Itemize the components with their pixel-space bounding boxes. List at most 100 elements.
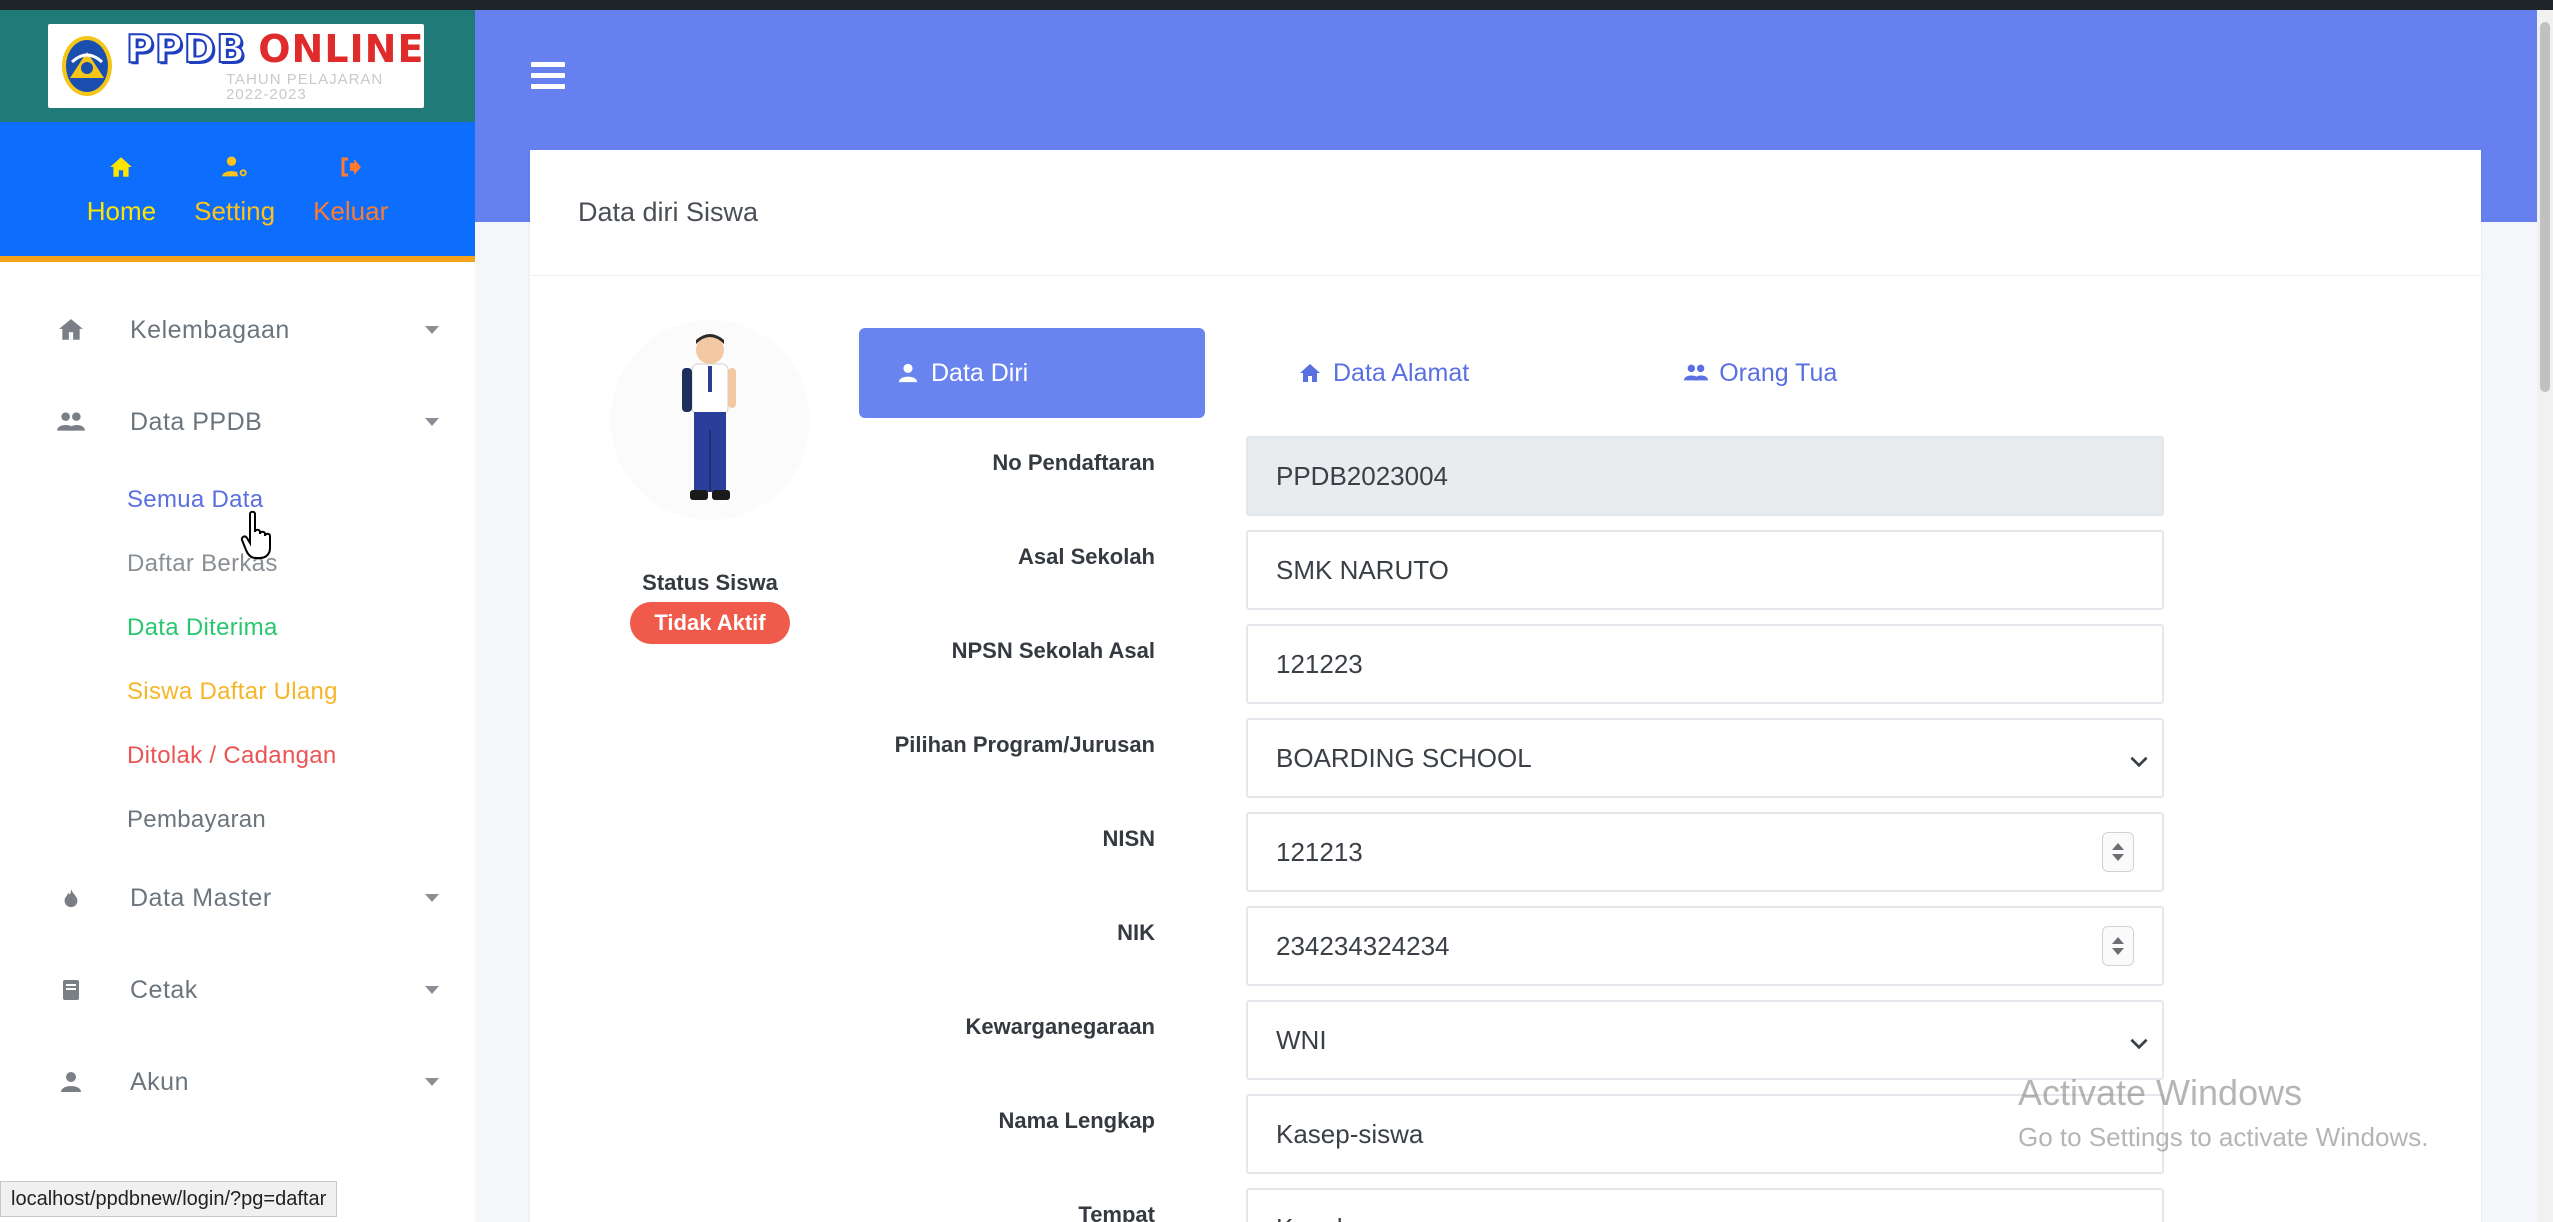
chevron-down-icon (2130, 756, 2148, 768)
label-tempat: Tempat (1078, 1202, 1155, 1222)
tut-wuri-emblem-icon (62, 36, 112, 96)
program-value: BOARDING SCHOOL (1276, 742, 1532, 773)
sidebar-item-akun[interactable]: Akun (0, 1036, 475, 1128)
brand-title: PPDB ONLINE (125, 27, 424, 71)
tab-label: Data Diri (931, 358, 1029, 387)
label-nama-lengkap: Nama Lengkap (998, 1108, 1156, 1133)
submenu-ditolak-cadangan[interactable]: Ditolak / Cadangan (127, 724, 475, 788)
sidebar-item-label: Cetak (130, 975, 198, 1004)
submenu-data-diterima[interactable]: Data Diterima (127, 596, 475, 660)
tab-data-diri[interactable]: Data Diri (859, 328, 1205, 418)
asal-sekolah-input[interactable]: SMK NARUTO (1246, 530, 2164, 610)
form-row-nisn: NISN 121213 (530, 812, 2481, 892)
sidebar-item-label: Data PPDB (130, 407, 263, 436)
sidebar-item-kelembagaan[interactable]: Kelembagaan (0, 284, 475, 376)
menu-toggle-icon[interactable] (531, 62, 565, 90)
home-icon (106, 152, 136, 182)
page-scrollbar[interactable] (2537, 10, 2553, 1222)
browser-status-url: localhost/ppdbnew/login/?pg=daftar (0, 1181, 338, 1217)
user-cog-icon (220, 152, 250, 182)
label-npsn: NPSN Sekolah Asal (951, 638, 1155, 663)
users-icon (1683, 360, 1709, 386)
user-icon (895, 360, 921, 386)
number-spinner[interactable] (2102, 832, 2134, 872)
nik-input[interactable]: 234234324234 (1246, 906, 2164, 986)
home-icon (1297, 360, 1323, 386)
scrollbar-thumb[interactable] (2540, 22, 2550, 392)
label-nisn: NISN (1102, 826, 1155, 851)
caret-down-icon (425, 894, 439, 902)
submenu-daftar-berkas[interactable]: Daftar Berkas (127, 532, 475, 596)
nav-keluar[interactable]: Keluar (313, 152, 388, 227)
brand-subtitle: TAHUN PELAJARAN 2022-2023 (226, 71, 384, 103)
brand-bar: PPDB ONLINE TAHUN PELAJARAN 2022-2023 (0, 10, 475, 122)
card-header: Data diri Siswa (530, 150, 2481, 276)
label-program: Pilihan Program/Jurusan (894, 732, 1155, 757)
form-row-asal-sekolah: Asal Sekolah SMK NARUTO (530, 530, 2481, 610)
chevron-down-icon (2130, 1038, 2148, 1050)
tempat-value: Kenoha (1276, 1213, 1366, 1222)
sidebar-item-label: Kelembagaan (130, 315, 290, 344)
data-ppdb-submenu: Semua Data Daftar Berkas Data Diterima S… (0, 468, 475, 852)
tab-data-alamat[interactable]: Data Alamat (1297, 328, 1469, 418)
sidebar-item-label: Data Master (130, 883, 272, 912)
kewarganegaraan-select[interactable]: WNI (1246, 1000, 2164, 1080)
submenu-siswa-daftar-ulang[interactable]: Siswa Daftar Ulang (127, 660, 475, 724)
nav-setting-label: Setting (194, 195, 276, 226)
nama-lengkap-value: Kasep-siswa (1276, 1118, 1424, 1149)
form-row-nama: Nama Lengkap Kasep-siswa (530, 1094, 2481, 1174)
user-icon (56, 1067, 86, 1097)
sign-out-icon (336, 152, 366, 182)
quick-nav: Home Setting Keluar (0, 122, 475, 262)
nav-home-label: Home (86, 195, 157, 226)
form-row-kewarganegaraan: Kewarganegaraan WNI (530, 1000, 2481, 1080)
sidebar-menu: Kelembagaan Data PPDB Semua Data Daftar … (0, 262, 475, 1128)
nik-value: 234234324234 (1276, 930, 1450, 961)
label-nik: NIK (1117, 920, 1155, 945)
caret-down-icon (425, 1078, 439, 1086)
tab-orang-tua[interactable]: Orang Tua (1683, 328, 1837, 418)
nisn-input[interactable]: 121213 (1246, 812, 2164, 892)
kewarganegaraan-value: WNI (1276, 1024, 1327, 1055)
form-row-no-pendaftaran: No Pendaftaran PPDB2023004 (530, 436, 2481, 516)
caret-down-icon (425, 418, 439, 426)
card-title: Data diri Siswa (578, 197, 759, 227)
browser-viewport: PPDB ONLINE TAHUN PELAJARAN 2022-2023 Hom… (0, 10, 2553, 1222)
label-no-pendaftaran: No Pendaftaran (992, 450, 1155, 475)
sidebar-item-data-master[interactable]: Data Master (0, 852, 475, 944)
book-icon (56, 975, 86, 1005)
hand-pointer-cursor-icon (240, 510, 271, 559)
users-icon (56, 407, 86, 437)
npsn-value: 121223 (1276, 648, 1363, 679)
nav-keluar-label: Keluar (313, 195, 389, 226)
brand-logo[interactable]: PPDB ONLINE TAHUN PELAJARAN 2022-2023 (48, 24, 424, 108)
tempat-input[interactable]: Kenoha (1246, 1188, 2164, 1222)
sidebar: PPDB ONLINE TAHUN PELAJARAN 2022-2023 Hom… (0, 10, 475, 1222)
submenu-semua-data[interactable]: Semua Data (127, 468, 475, 532)
label-asal-sekolah: Asal Sekolah (1018, 544, 1155, 569)
brand-text: PPDB ONLINE TAHUN PELAJARAN 2022-2023 (125, 27, 424, 103)
nisn-value: 121213 (1276, 836, 1363, 867)
nav-home[interactable]: Home (87, 152, 156, 227)
form-row-tempat: Tempat Kenoha (530, 1188, 2481, 1222)
submenu-pembayaran[interactable]: Pembayaran (127, 788, 475, 852)
form-row-nik: NIK 234234324234 (530, 906, 2481, 986)
number-spinner[interactable] (2102, 926, 2134, 966)
fire-icon (56, 883, 86, 913)
nav-setting[interactable]: Setting (194, 152, 275, 227)
asal-sekolah-value: SMK NARUTO (1276, 554, 1449, 585)
tab-label: Data Alamat (1333, 358, 1470, 387)
student-data-card: Data diri Siswa Status Siswa Tidak Aktif… (530, 150, 2481, 1222)
sidebar-item-cetak[interactable]: Cetak (0, 944, 475, 1036)
nama-lengkap-input[interactable]: Kasep-siswa (1246, 1094, 2164, 1174)
brand-title-ppdb: PPDB (125, 27, 247, 71)
program-select[interactable]: BOARDING SCHOOL (1246, 718, 2164, 798)
tab-label: Orang Tua (1719, 358, 1838, 387)
sidebar-item-data-ppdb[interactable]: Data PPDB (0, 376, 475, 468)
npsn-input[interactable]: 121223 (1246, 624, 2164, 704)
university-icon (56, 315, 86, 345)
form-tabs: Data Diri Data Alamat Orang Tua (859, 328, 1837, 418)
caret-down-icon (425, 326, 439, 334)
sidebar-item-label: Akun (130, 1067, 189, 1096)
no-pendaftaran-input[interactable]: PPDB2023004 (1246, 436, 2164, 516)
